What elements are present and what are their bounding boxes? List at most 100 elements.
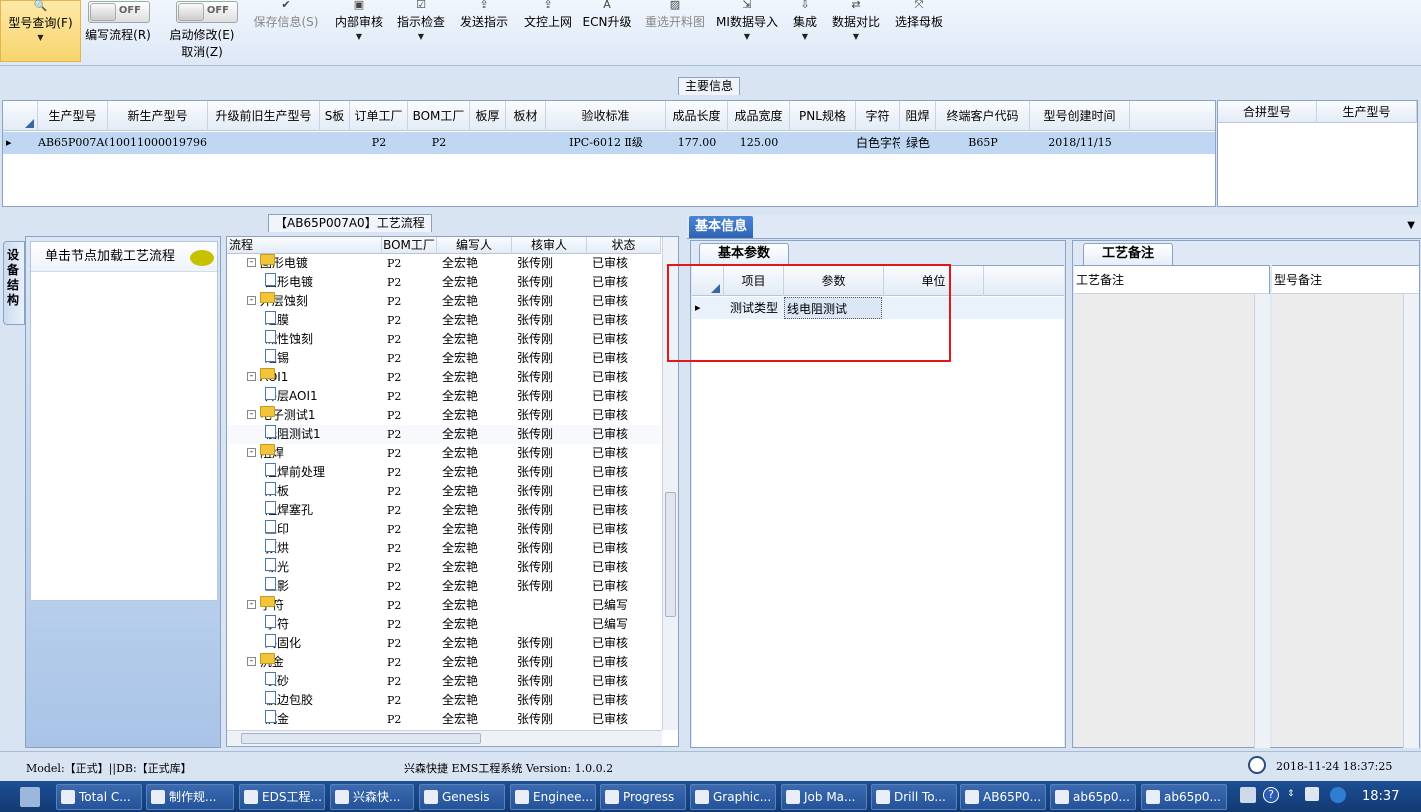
model-query-button[interactable]: 🔍 型号查询(F) ▼	[0, 0, 81, 62]
select-all-corner[interactable]	[3, 101, 38, 131]
tree-row[interactable]: 字符 P2 全宏艳 已编写	[227, 615, 661, 634]
main-col-10[interactable]: 成品宽度	[728, 101, 790, 131]
tree-row[interactable]: 曝光 P2 全宏艳 张传刚 已审核	[227, 558, 661, 577]
collapse-icon[interactable]: -	[247, 258, 256, 267]
taskbar-item[interactable]: ab65p0...	[1050, 784, 1136, 810]
side-vertical-tab[interactable]: 设备结构	[3, 241, 25, 325]
flow-col-reviewer[interactable]: 核审人	[512, 237, 587, 254]
tree-row[interactable]: 图形电镀 P2 全宏艳 张传刚 已审核	[227, 273, 661, 292]
main-col-8[interactable]: 验收标准	[546, 101, 666, 131]
start-icon[interactable]	[20, 787, 40, 807]
tree-row[interactable]: - 电子测试1 P2 全宏艳 张传刚 已审核	[227, 406, 661, 425]
tree-row[interactable]: - 外层蚀刻 P2 全宏艳 张传刚 已审核	[227, 292, 661, 311]
flow-horizontal-scrollbar[interactable]	[227, 730, 662, 746]
main-col-15[interactable]: 型号创建时间	[1030, 101, 1130, 131]
main-cell-4[interactable]: P2	[350, 132, 408, 154]
main-col-5[interactable]: BOM工厂	[408, 101, 470, 131]
flow-col-writer[interactable]: 编写人	[437, 237, 512, 254]
taskbar-item[interactable]: Progress	[600, 784, 686, 810]
main-cell-0[interactable]: AB65P007A0	[38, 132, 108, 154]
tree-row[interactable]: 喷砂 P2 全宏艳 张传刚 已审核	[227, 672, 661, 691]
keyboard-icon[interactable]	[1240, 787, 1256, 803]
main-cell-13[interactable]: 绿色	[900, 132, 936, 154]
taskbar-item[interactable]: Total C...	[56, 784, 142, 810]
basic-params-tab[interactable]: 基本参数	[699, 243, 789, 265]
flow-col-bom[interactable]: BOM工厂	[382, 237, 437, 254]
tree-row[interactable]: 显影 P2 全宏艳 张传刚 已审核	[227, 577, 661, 596]
main-col-13[interactable]: 阻焊	[900, 101, 936, 131]
tray-icon[interactable]	[1305, 787, 1319, 801]
main-cell-7[interactable]	[506, 132, 546, 154]
instruction-check-button[interactable]: ☑ 指示检查 ▼	[393, 0, 449, 62]
tree-row[interactable]: 沉金 P2 全宏艳 张传刚 已审核	[227, 710, 661, 729]
merge-model-header[interactable]: 合拼型号	[1218, 101, 1317, 123]
tree-row[interactable]: 退锡 P2 全宏艳 张传刚 已审核	[227, 349, 661, 368]
main-col-7[interactable]: 板材	[506, 101, 546, 131]
process-note-tab[interactable]: 工艺备注	[1083, 243, 1173, 265]
tree-row[interactable]: 终固化 P2 全宏艳 张传刚 已审核	[227, 634, 661, 653]
tree-row[interactable]: 板边包胶 P2 全宏艳 张传刚 已审核	[227, 691, 661, 710]
start-modify-button[interactable]: 启动修改(E)	[165, 27, 239, 45]
basic-info-tab[interactable]: 基本信息	[689, 216, 754, 238]
taskbar-item[interactable]: ab65p0...	[1141, 784, 1227, 810]
taskbar-item[interactable]: 制作规...	[146, 784, 234, 810]
collapse-icon[interactable]: -	[247, 448, 256, 457]
reselect-cut-button[interactable]: ▨ 重选开料图	[640, 0, 710, 62]
data-compare-button[interactable]: ⇄ 数据对比 ▼	[828, 0, 884, 62]
select-master-button[interactable]: ⤧ 选择母板	[890, 0, 948, 62]
collapse-icon[interactable]: -	[247, 657, 256, 666]
edit-flow-toggle[interactable]: OFF	[88, 1, 150, 23]
main-cell-2[interactable]	[208, 132, 320, 154]
main-cell-12[interactable]: 白色字符	[856, 132, 900, 154]
main-col-4[interactable]: 订单工厂	[350, 101, 408, 131]
taskbar-item[interactable]: AB65P0...	[960, 784, 1046, 810]
tree-row[interactable]: 阻焊塞孔 P2 全宏艳 张传刚 已审核	[227, 501, 661, 520]
main-cell-11[interactable]	[790, 132, 856, 154]
save-info-button[interactable]: ✔ 保存信息(S)	[248, 0, 324, 62]
taskbar-item[interactable]: Job Ma...	[781, 784, 867, 810]
h-scroll-thumb[interactable]	[241, 733, 481, 744]
scroll-thumb[interactable]	[665, 492, 676, 617]
collapse-icon[interactable]: -	[247, 296, 256, 305]
taskbar-item[interactable]: Graphic...	[690, 784, 776, 810]
main-cell-1[interactable]: 10011000019796	[108, 132, 208, 154]
chevron-icon[interactable]: ⇕	[1287, 789, 1295, 799]
main-col-6[interactable]: 板厚	[470, 101, 506, 131]
edit-flow-button[interactable]: 编写流程(R)	[82, 27, 154, 45]
model-note-scrollbar[interactable]	[1403, 294, 1419, 748]
taskbar-item[interactable]: EDS工程...	[239, 784, 325, 810]
main-cell-15[interactable]: 2018/11/15	[1030, 132, 1130, 154]
note-scrollbar[interactable]	[1254, 294, 1270, 748]
collapse-icon[interactable]: -	[247, 372, 256, 381]
main-cell-3[interactable]	[320, 132, 350, 154]
taskbar-item[interactable]: 兴森快...	[330, 784, 414, 810]
help-icon[interactable]: ?	[1263, 787, 1279, 803]
start-modify-toggle[interactable]: OFF	[176, 1, 238, 23]
tree-row[interactable]: - 图形电镀 P2 全宏艳 张传刚 已审核	[227, 254, 661, 273]
collapse-icon[interactable]: -	[247, 600, 256, 609]
device-tree[interactable]: 单击节点加载工艺流程	[30, 241, 218, 601]
main-col-12[interactable]: 字符	[856, 101, 900, 131]
model-note-area[interactable]: 型号备注	[1272, 265, 1419, 748]
tree-row[interactable]: 预烘 P2 全宏艳 张传刚 已审核	[227, 539, 661, 558]
tree-row[interactable]: 烘板 P2 全宏艳 张传刚 已审核	[227, 482, 661, 501]
integrate-button[interactable]: ⇩ 集成 ▼	[786, 0, 824, 62]
tree-row[interactable]: 丝印 P2 全宏艳 张传刚 已审核	[227, 520, 661, 539]
main-cell-9[interactable]: 177.00	[666, 132, 728, 154]
main-cell-6[interactable]	[470, 132, 506, 154]
tree-row[interactable]: 低阻测试1 P2 全宏艳 张传刚 已审核	[227, 425, 661, 444]
tree-row[interactable]: - 沉金P2全宏艳张传刚已审核	[227, 653, 661, 672]
table-row[interactable]: ▸ AB65P007A0 10011000019796 P2 P2 IPC-6012 Ⅱ…	[3, 132, 1215, 154]
tree-row[interactable]: 碱性蚀刻 P2 全宏艳 张传刚 已审核	[227, 330, 661, 349]
cancel-button[interactable]: 取消(Z)	[165, 44, 239, 62]
main-col-14[interactable]: 终端客户代码	[936, 101, 1030, 131]
send-instruction-button[interactable]: ⇪ 发送指示	[456, 0, 512, 62]
tree-row[interactable]: 退膜 P2 全宏艳 张传刚 已审核	[227, 311, 661, 330]
tree-row[interactable]: 阻焊前处理 P2 全宏艳 张传刚 已审核	[227, 463, 661, 482]
main-col-2[interactable]: 升级前旧生产型号	[208, 101, 320, 131]
merge-production-header[interactable]: 生产型号	[1317, 101, 1417, 123]
taskbar-item[interactable]: Drill To...	[871, 784, 957, 810]
tree-row[interactable]: - 阻焊P2全宏艳张传刚已审核	[227, 444, 661, 463]
main-cell-14[interactable]: B65P	[936, 132, 1030, 154]
collapse-icon[interactable]: -	[247, 410, 256, 419]
